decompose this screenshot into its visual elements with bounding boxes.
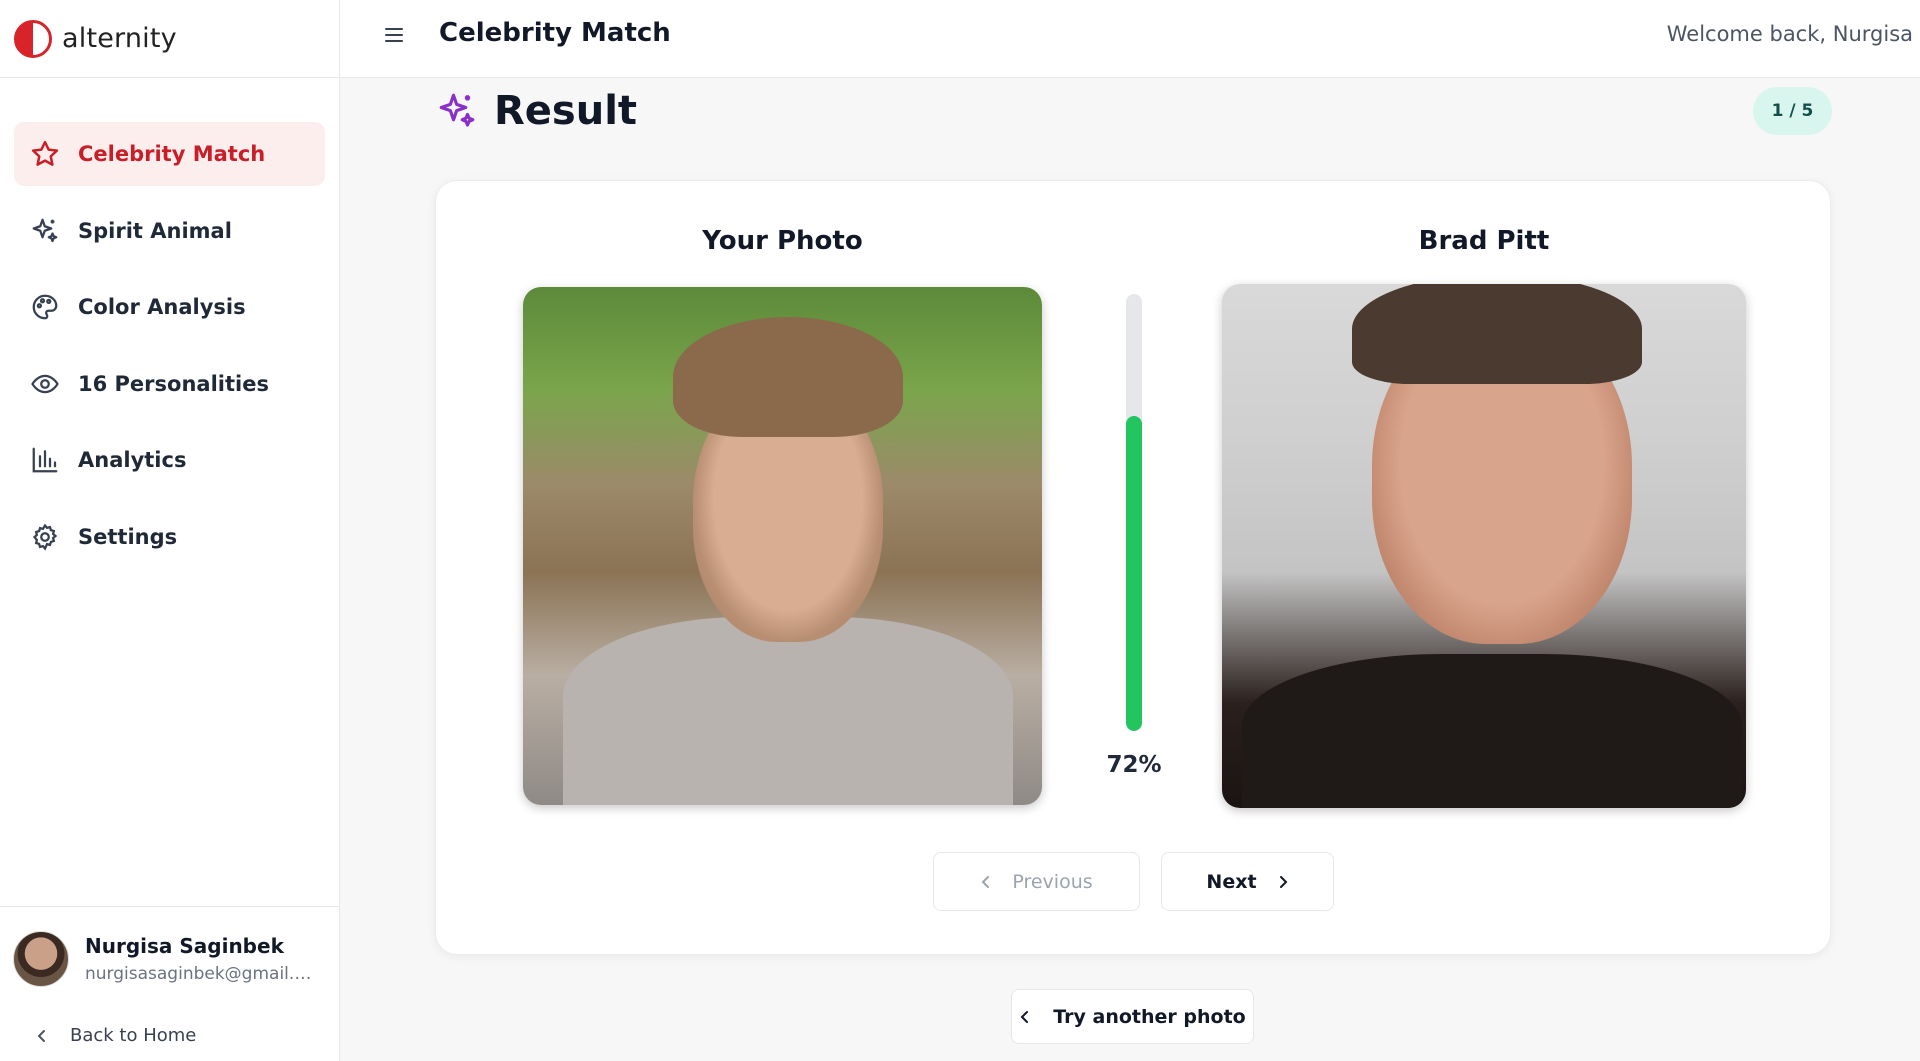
- try-another-photo-label: Try another photo: [1053, 1005, 1246, 1028]
- chevron-left-icon: [37, 1029, 45, 1042]
- sidebar-nav: Celebrity Match Spirit Animal Color Anal…: [0, 78, 339, 569]
- try-another-photo-button[interactable]: Try another photo: [1011, 989, 1254, 1044]
- result-title: Result: [494, 88, 638, 134]
- match-meter: [1126, 294, 1142, 731]
- photo-clothing: [563, 617, 1013, 805]
- sidebar-item-analytics[interactable]: Analytics: [14, 428, 325, 492]
- user-email: nurgisasaginbek@gmail.c...: [85, 964, 315, 984]
- celebrity-name: Brad Pitt: [1418, 226, 1550, 256]
- sparkles-icon: [439, 93, 475, 127]
- sidebar-item-label: Color Analysis: [78, 295, 246, 319]
- sidebar-item-spirit-animal[interactable]: Spirit Animal: [14, 199, 325, 263]
- match-percentage: 72%: [1106, 752, 1162, 778]
- sidebar-item-label: Settings: [78, 524, 178, 549]
- bar-chart-icon: [32, 447, 58, 473]
- previous-button[interactable]: Previous: [933, 852, 1140, 911]
- back-to-home-link[interactable]: Back to Home: [36, 1025, 196, 1046]
- result-card: Your Photo Brad Pitt 72% Previous Next: [435, 180, 1831, 955]
- sidebar-item-label: Celebrity Match: [78, 142, 266, 166]
- sidebar-item-color-analysis[interactable]: Color Analysis: [14, 275, 325, 339]
- page-title: Celebrity Match: [439, 18, 671, 48]
- next-button[interactable]: Next: [1161, 852, 1334, 911]
- chevron-right-icon: [1279, 875, 1287, 888]
- user-profile[interactable]: Nurgisa Saginbek nurgisasaginbek@gmail.c…: [13, 931, 315, 987]
- previous-label: Previous: [1012, 870, 1093, 893]
- result-counter-badge: 1 / 5: [1753, 87, 1832, 135]
- match-meter-fill: [1126, 416, 1142, 731]
- welcome-message: Welcome back, Nurgisa: [1666, 22, 1913, 46]
- palette-icon: [32, 294, 58, 320]
- gear-icon: [32, 523, 58, 551]
- user-photo: [523, 287, 1042, 805]
- sidebar-item-label: Analytics: [78, 448, 187, 472]
- next-label: Next: [1206, 870, 1257, 893]
- brand-name: alternity: [62, 23, 177, 54]
- avatar: [13, 931, 69, 987]
- alternity-logo: [14, 19, 52, 58]
- sidebar-item-16-personalities[interactable]: 16 Personalities: [14, 352, 325, 416]
- your-photo-label: Your Photo: [702, 226, 863, 256]
- sidebar-item-celebrity-match[interactable]: Celebrity Match: [14, 122, 325, 186]
- chevron-left-icon: [1020, 1010, 1029, 1023]
- back-to-home-label: Back to Home: [70, 1025, 197, 1046]
- celebrity-photo: [1222, 284, 1746, 808]
- photo-clothing: [1242, 654, 1742, 808]
- star-icon: [31, 140, 59, 166]
- photo-hair: [1352, 284, 1642, 384]
- sidebar: alternity Celebrity Match Spirit Animal …: [0, 0, 340, 1061]
- sparkles-icon: [32, 218, 58, 242]
- sidebar-item-label: Spirit Animal: [78, 218, 232, 243]
- brand[interactable]: alternity: [0, 0, 339, 78]
- sidebar-item-label: 16 Personalities: [78, 371, 269, 396]
- chevron-left-icon: [981, 875, 990, 888]
- top-bar: Celebrity Match Welcome back, Nurgisa: [340, 0, 1920, 78]
- sidebar-item-settings[interactable]: Settings: [14, 505, 325, 569]
- eye-icon: [31, 374, 59, 393]
- user-name: Nurgisa Saginbek: [85, 934, 284, 958]
- user-card: Nurgisa Saginbek nurgisasaginbek@gmail.c…: [0, 906, 339, 1061]
- result-header: Result: [436, 88, 637, 134]
- menu-icon[interactable]: [384, 26, 404, 44]
- photo-hair: [673, 317, 903, 437]
